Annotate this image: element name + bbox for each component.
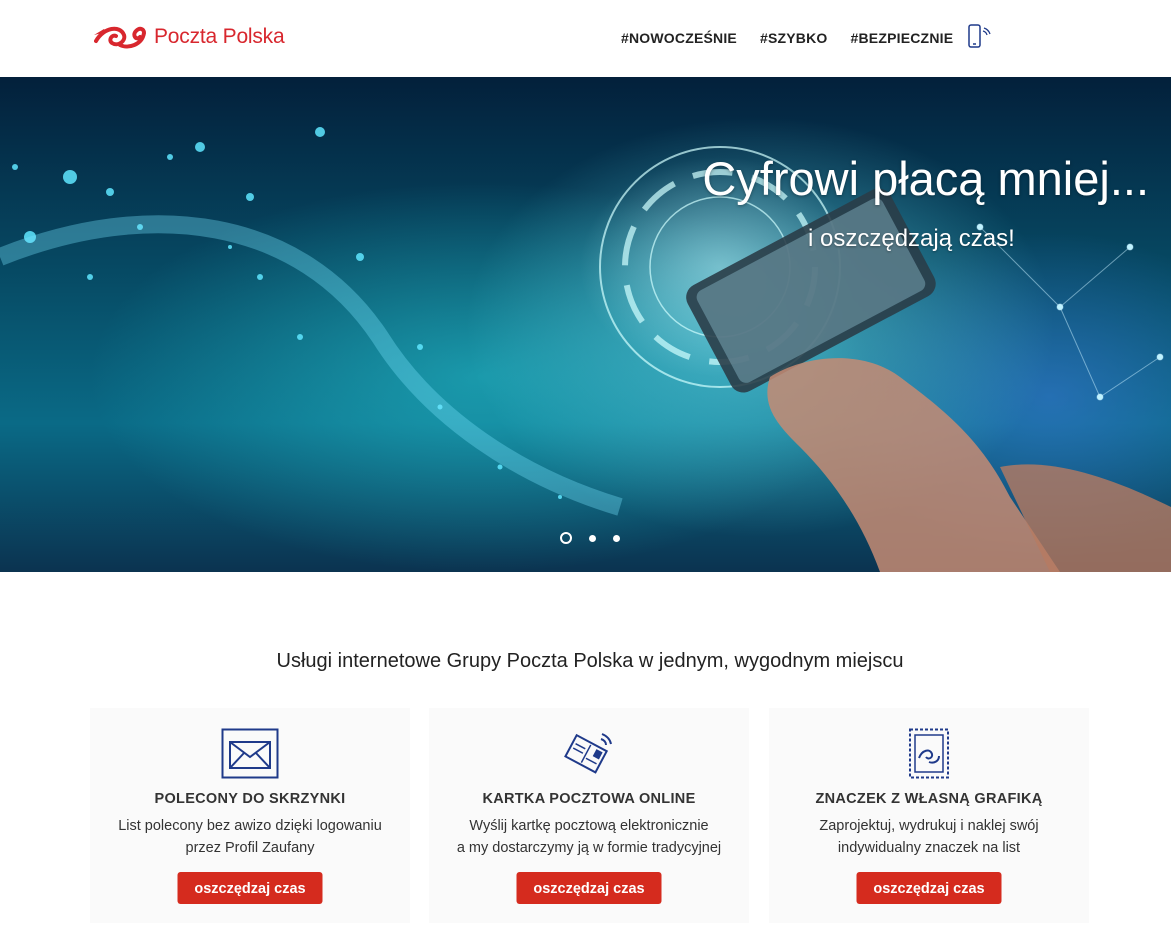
card-description-line1: List polecony bez awizo dzięki logowaniu (118, 818, 382, 834)
envelope-icon (221, 728, 279, 779)
carousel-dots (560, 532, 637, 544)
card-description: List polecony bez awizo dzięki logowaniu… (90, 815, 410, 859)
card-description-line2: indywidualny znaczek na list (837, 840, 1021, 856)
site-header: Poczta Polska #NOWOCZEŚNIE #SZYBKO #BEZP… (0, 0, 1171, 77)
logo-text: Poczta Polska (154, 25, 285, 48)
card-description: Zaprojektuj, wydrukuj i naklej swój indy… (769, 815, 1089, 859)
polecony-save-time-button[interactable]: oszczędzaj czas (177, 872, 323, 904)
nav-link-bezpiecznie[interactable]: #BEZPIECZNIE (851, 30, 954, 46)
carousel-dot-2[interactable] (589, 534, 596, 542)
hero-banner[interactable]: Cyfrowi płacą mniej... i oszczędzają cza… (0, 77, 1171, 572)
hero-title: Cyfrowi płacą mniej... (702, 152, 1149, 205)
card-description-line1: Zaprojektuj, wydrukuj i naklej swój (819, 818, 1039, 834)
znaczek-save-time-button[interactable]: oszczędzaj czas (856, 872, 1002, 904)
carousel-dot-3[interactable] (613, 534, 620, 542)
nav-link-nowoczesnie[interactable]: #NOWOCZEŚNIE (621, 30, 737, 46)
service-card-kartka: KARTKA POCZTOWA ONLINE Wyślij kartkę poc… (429, 708, 749, 923)
nav-link-szybko[interactable]: #SZYBKO (760, 30, 828, 46)
poczta-polska-horn-icon (94, 26, 146, 49)
carousel-dot-1[interactable] (560, 532, 572, 544)
hero-subtitle: i oszczędzają czas! (808, 225, 1015, 252)
card-description: Wyślij kartkę pocztową elektronicznie a … (429, 815, 749, 859)
kartka-save-time-button[interactable]: oszczędzaj czas (516, 872, 662, 904)
card-description-line2: a my dostarczymy ją w formie tradycyjnej (456, 840, 722, 856)
service-card-polecony: POLECONY DO SKRZYNKI List polecony bez a… (90, 708, 410, 923)
stamp-icon (909, 728, 949, 779)
poczta-polska-logo[interactable]: Poczta Polska (94, 22, 285, 52)
services-heading: Usługi internetowe Grupy Poczta Polska w… (276, 650, 904, 672)
postcard-icon (564, 733, 612, 774)
card-description-line2: przez Profil Zaufany (185, 840, 315, 856)
card-description-line1: Wyślij kartkę pocztową elektronicznie (469, 818, 709, 834)
smartphone-icon[interactable] (966, 23, 992, 49)
card-title: KARTKA POCZTOWA ONLINE (482, 791, 696, 807)
main-nav: #NOWOCZEŚNIE #SZYBKO #BEZPIECZNIE (621, 24, 992, 49)
card-title: ZNACZEK Z WŁASNĄ GRAFIKĄ (815, 791, 1043, 807)
card-title: POLECONY DO SKRZYNKI (154, 791, 346, 807)
service-card-znaczek: ZNACZEK Z WŁASNĄ GRAFIKĄ Zaprojektuj, wy… (769, 708, 1089, 923)
